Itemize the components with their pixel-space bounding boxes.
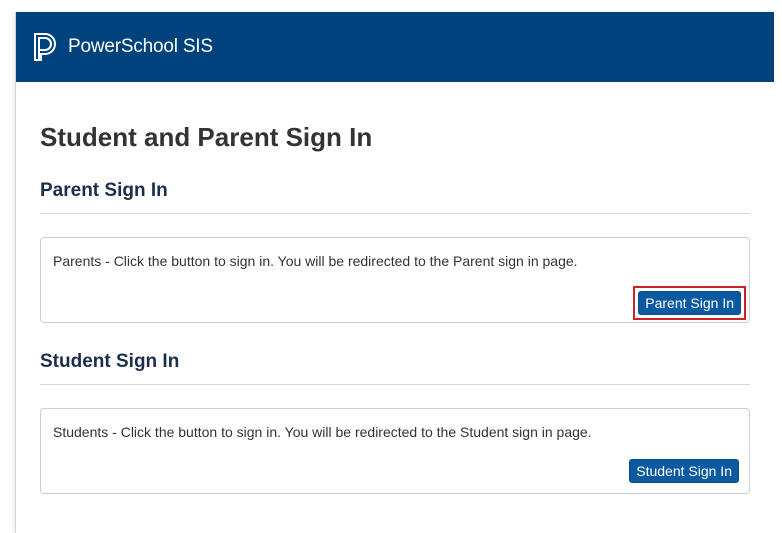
brand-logo[interactable]: PowerSchool SIS xyxy=(32,32,213,62)
parent-sign-in-button[interactable]: Parent Sign In xyxy=(638,291,741,315)
student-signin-panel: Students - Click the button to sign in. … xyxy=(40,408,750,494)
student-button-wrapper: Student Sign In xyxy=(629,459,739,483)
student-sign-in-button[interactable]: Student Sign In xyxy=(629,459,739,483)
highlight-box: Parent Sign In xyxy=(633,286,746,320)
main-content: Student and Parent Sign In Parent Sign I… xyxy=(16,122,774,494)
brand-name: PowerSchool SIS xyxy=(68,36,213,57)
parent-section-heading: Parent Sign In xyxy=(40,180,750,214)
page-frame: PowerSchool SIS Student and Parent Sign … xyxy=(15,12,774,533)
page-title: Student and Parent Sign In xyxy=(40,122,373,152)
student-description: Students - Click the button to sign in. … xyxy=(53,424,592,440)
parent-signin-panel: Parents - Click the button to sign in. Y… xyxy=(40,237,750,323)
parent-description: Parents - Click the button to sign in. Y… xyxy=(53,253,578,269)
parent-button-wrapper: Parent Sign In xyxy=(633,286,746,320)
student-section-heading: Student Sign In xyxy=(40,351,750,385)
header-bar: PowerSchool SIS xyxy=(16,12,774,82)
powerschool-logo-icon xyxy=(32,32,60,62)
